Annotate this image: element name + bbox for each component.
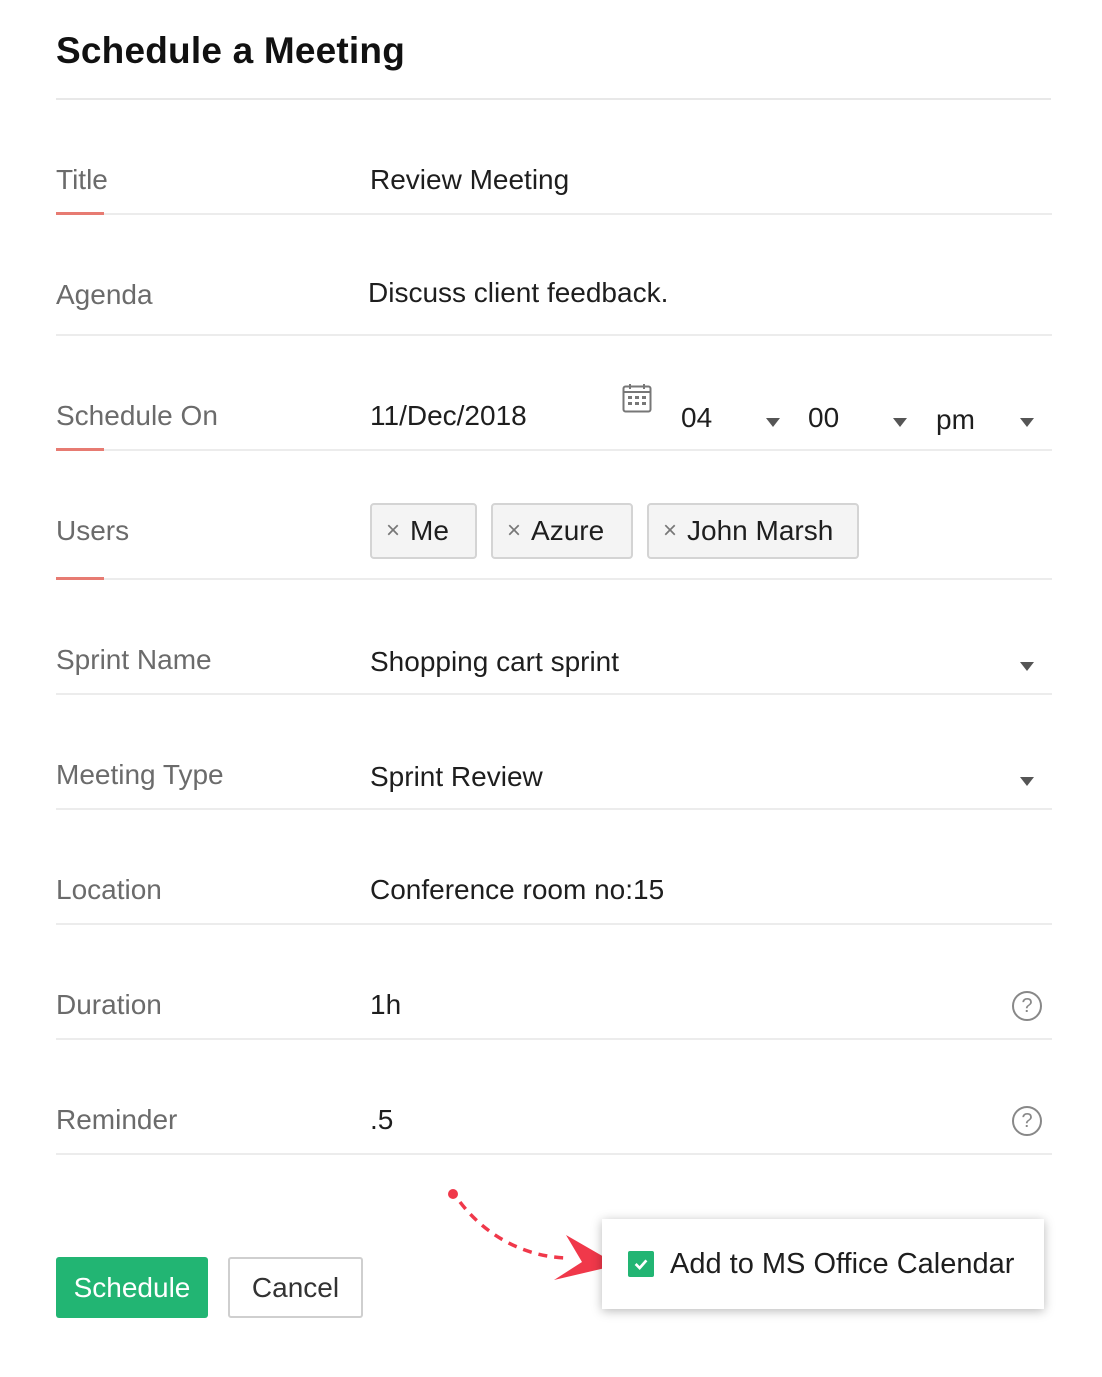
title-row: Title Review Meeting <box>56 100 1052 215</box>
checkbox-checked[interactable] <box>628 1251 654 1277</box>
close-icon[interactable]: × <box>507 517 521 545</box>
sprint-name-value: Shopping cart sprint <box>370 646 620 677</box>
user-chip-label: Azure <box>531 515 605 546</box>
schedule-button[interactable]: Schedule <box>56 1257 208 1318</box>
date-input[interactable]: 11/Dec/2018 <box>370 400 527 432</box>
user-chip-label: John Marsh <box>687 515 834 546</box>
help-icon[interactable]: ? <box>1012 1106 1042 1136</box>
agenda-label: Agenda <box>56 279 153 310</box>
duration-label: Duration <box>56 989 162 1020</box>
reminder-row: Reminder .5 ? <box>56 1040 1052 1155</box>
chevron-down-icon <box>1020 662 1034 671</box>
agenda-input[interactable]: Discuss client feedback. <box>368 277 668 309</box>
user-chip: × Azure <box>491 503 633 559</box>
close-icon[interactable]: × <box>663 517 677 545</box>
meeting-type-label: Meeting Type <box>56 759 224 790</box>
chevron-down-icon <box>1020 418 1034 427</box>
schedule-on-label: Schedule On <box>56 400 218 431</box>
minute-value: 00 <box>808 402 840 433</box>
check-icon <box>634 1259 648 1271</box>
user-chip: × Me <box>370 503 477 559</box>
cancel-button[interactable]: Cancel <box>228 1257 363 1318</box>
location-label: Location <box>56 874 162 905</box>
hour-value: 04 <box>681 402 713 433</box>
meridiem-value: pm <box>936 404 975 435</box>
sprint-name-label: Sprint Name <box>56 644 212 675</box>
close-icon[interactable]: × <box>386 517 400 545</box>
schedule-on-row: Schedule On 11/Dec/2018 04 00 pm <box>56 336 1052 451</box>
users-row: Users × Me × Azure × John Marsh <box>56 451 1052 580</box>
meeting-type-value: Sprint Review <box>370 761 543 792</box>
agenda-row: Agenda Discuss client feedback. <box>56 215 1052 336</box>
user-chip-label: Me <box>410 515 449 546</box>
title-label: Title <box>56 164 108 195</box>
duration-row: Duration 1h ? <box>56 925 1052 1040</box>
chevron-down-icon <box>766 418 780 427</box>
meeting-type-row: Meeting Type Sprint Review <box>56 695 1052 810</box>
chevron-down-icon <box>893 418 907 427</box>
location-row: Location Conference room no:15 <box>56 810 1052 925</box>
duration-input[interactable]: 1h <box>370 989 401 1021</box>
title-input[interactable]: Review Meeting <box>370 164 569 196</box>
ms-office-calendar-option[interactable]: Add to MS Office Calendar <box>602 1219 1044 1309</box>
sprint-name-row: Sprint Name Shopping cart sprint <box>56 580 1052 695</box>
help-icon[interactable]: ? <box>1012 991 1042 1021</box>
page-title: Schedule a Meeting <box>56 30 406 71</box>
reminder-input[interactable]: .5 <box>370 1104 393 1136</box>
user-chip: × John Marsh <box>647 503 859 559</box>
location-input[interactable]: Conference room no:15 <box>370 874 664 906</box>
chevron-down-icon <box>1020 777 1034 786</box>
calendar-icon[interactable] <box>622 383 652 413</box>
users-label: Users <box>56 515 130 546</box>
reminder-label: Reminder <box>56 1104 178 1135</box>
ms-office-calendar-label: Add to MS Office Calendar <box>670 1247 1015 1280</box>
